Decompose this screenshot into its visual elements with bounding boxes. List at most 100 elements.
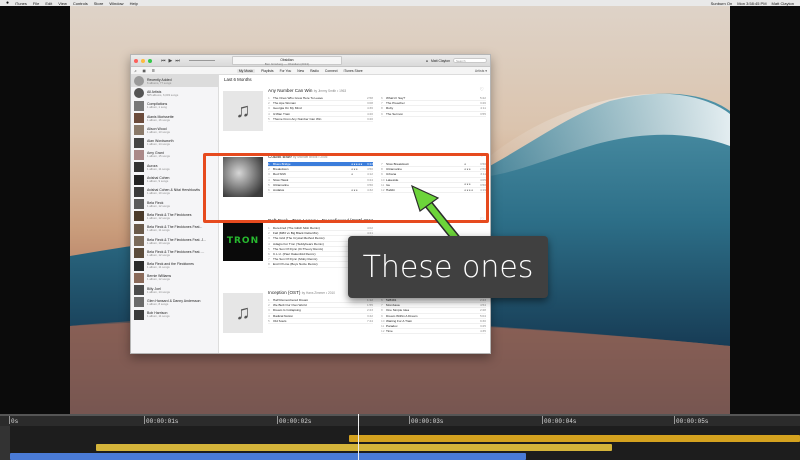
tab-my-music[interactable]: My Music <box>236 68 256 73</box>
track-row[interactable]: 5 Old Souls 7:44 <box>268 319 373 324</box>
now-playing-display[interactable]: Obsidian Ben Ginsberg — Obsidian (2013) <box>231 56 342 66</box>
sidebar-item[interactable]: Bela Fleck & The Flecktones Feat. J... 1 … <box>131 235 218 247</box>
track-name: Mombasa <box>386 303 400 308</box>
tab-playlists[interactable]: Playlists <box>261 69 273 73</box>
user-name[interactable]: Matt Clayton <box>431 59 450 63</box>
clock-icon <box>134 76 144 87</box>
sidebar-item-text: Avishai Cohen 1 album, 9 songs <box>147 176 170 183</box>
track-name: Time <box>386 329 393 334</box>
sidebar-item-count: 1 album, 11 songs <box>147 314 170 319</box>
clip-screen-recording[interactable] <box>10 453 526 460</box>
menu-view[interactable]: View <box>58 1 67 6</box>
sidebar-item[interactable]: Glen Hansard & Danny Andersson 1 album, 8… <box>131 296 218 308</box>
menu-store[interactable]: Store <box>94 1 104 6</box>
apple-menu-icon[interactable]: ● <box>6 0 9 6</box>
tick-1s: 00:00:01s <box>143 416 179 425</box>
track-name: Theme From Any Number Can Win <box>273 116 322 121</box>
album-artwork[interactable]: ♫ <box>223 91 263 131</box>
video-timeline[interactable]: 0s 00:00:01s 00:00:02s 00:00:03s 00:00:0… <box>0 414 800 460</box>
sidebar-item-text: All Artists 505 albums, 6,003 songs <box>147 90 178 97</box>
track-header <box>0 426 10 460</box>
album-artwork[interactable]: TRON <box>223 221 263 261</box>
menu-window[interactable]: Window <box>109 1 123 6</box>
tab-new[interactable]: New <box>297 69 304 73</box>
sidebar-item[interactable]: Alison Wood 1 album, 13 songs <box>131 124 218 136</box>
track-duration: 4:02 <box>366 226 373 231</box>
artist-thumbnail <box>134 125 144 136</box>
track-duration: 3:55 <box>479 111 486 116</box>
itunes-titlebar[interactable]: ⏮ ▶ ⏭ Obsidian Ben Ginsberg — Obsidian (… <box>131 55 490 67</box>
menu-edit[interactable]: Edit <box>45 1 52 6</box>
menu-itunes[interactable]: iTunes <box>15 1 27 6</box>
sidebar-item[interactable]: Recently Added 6 albums, 77 songs <box>131 75 218 88</box>
artist-thumbnail <box>134 149 144 160</box>
tab-connect[interactable]: Connect <box>325 69 338 73</box>
minimize-button[interactable] <box>141 58 145 63</box>
sidebar-item-count: 505 albums, 6,003 songs <box>147 92 179 97</box>
album-title[interactable]: Inception (OST) <box>268 290 300 295</box>
music-note-icon[interactable]: ♫ <box>134 69 137 73</box>
track-name: Paradox <box>386 324 398 329</box>
user-icon[interactable]: ● <box>426 59 428 63</box>
menu-help[interactable]: Help <box>130 1 138 6</box>
sort-dropdown[interactable]: Artists ▾ <box>475 69 487 73</box>
sidebar-item[interactable]: Compilations 1 album, 1 song <box>131 100 218 112</box>
artist-thumbnail <box>134 100 144 111</box>
play-icon[interactable]: ▶ <box>169 58 173 64</box>
list-view-icon[interactable]: ☰ <box>152 69 155 73</box>
sidebar-item-text: Alan Wordsworth 1 album, 14 songs <box>147 139 174 146</box>
track-name: The Son Of Flynn (Moby Remix) <box>273 257 318 262</box>
track-row[interactable]: 9 The Sermon 3:55 <box>381 112 486 117</box>
sidebar-item-count: 1 album, 12 songs <box>147 252 170 257</box>
heart-icon[interactable]: ♡ <box>480 87 484 93</box>
track-name: Derezzed (The Glitch Mob Remix) <box>273 226 320 231</box>
clip-highlight[interactable] <box>96 444 612 451</box>
sidebar-item[interactable]: Bob Harrison 1 album, 11 songs <box>131 309 218 321</box>
track-duration: 3:25 <box>479 324 486 329</box>
track-name: One Simple Idea <box>386 308 410 313</box>
zoom-button[interactable] <box>148 58 152 63</box>
previous-icon[interactable]: ⏮ <box>161 58 166 64</box>
track-list: 1 Half Remembered Dream 1:12 2 We Built Our … <box>268 298 486 335</box>
sidebar-item[interactable]: Bela Fleck & The Flecktones Feat... 1 alb… <box>131 223 218 235</box>
timeline-ruler[interactable]: 0s 00:00:01s 00:00:02s 00:00:03s 00:00:0… <box>0 414 800 426</box>
album-title[interactable]: Any Number Can Win <box>268 88 312 93</box>
menu-status-sunburn[interactable]: Sunburn On <box>711 1 733 6</box>
close-button[interactable] <box>134 58 138 63</box>
track-duration: 4:11 <box>480 106 486 111</box>
sidebar-item[interactable]: Bela Fleck & The Flecktones Feat. ... 1 a… <box>131 247 218 259</box>
sidebar-item-text: Bela Fleck & The Flecktones Feat... 1 alb… <box>147 225 202 232</box>
sidebar-item[interactable]: All Artists 505 albums, 6,003 songs <box>131 87 218 99</box>
tab-for-you[interactable]: For You <box>280 69 292 73</box>
menu-user[interactable]: Matt Clayton <box>772 1 794 6</box>
sidebar-item-count: 1 album, 10 songs <box>147 191 170 196</box>
search-input[interactable]: Search <box>453 58 487 63</box>
track-list: 1 The Ones Who Grew Here To Leave 2:58 2 The… <box>268 96 486 122</box>
track-row[interactable]: 5 Theme From Any Number Can Win 3:20 <box>268 117 373 122</box>
sidebar-item-text: Alanis Morissette 1 album, 16 songs <box>147 115 174 122</box>
album-artwork[interactable]: ♫ <box>223 293 263 333</box>
menu-clock[interactable]: Mon 3:58:45 PM <box>737 1 766 6</box>
clip-arrow[interactable] <box>349 435 800 442</box>
sidebar-item-text: Bob Harrison 1 album, 11 songs <box>147 311 170 318</box>
sidebar-item[interactable]: Billy Joel 1 album, 14 songs <box>131 284 218 296</box>
menu-file[interactable]: File <box>33 1 39 6</box>
playhead[interactable] <box>358 414 359 460</box>
account-area: ● Matt Clayton Search <box>426 58 487 63</box>
sidebar-item[interactable]: Bernie Williams 1 album, 12 songs <box>131 272 218 284</box>
tab-itunes-store[interactable]: iTunes Store <box>344 69 363 73</box>
itunes-navbar: ♫ ▦ ☰ My Music Playlists For You New Rad… <box>131 67 490 75</box>
sidebar-item[interactable]: Alan Wordsworth 1 album, 14 songs <box>131 136 218 148</box>
tab-radio[interactable]: Radio <box>310 69 319 73</box>
sidebar-item[interactable]: Alanis Morissette 1 album, 16 songs <box>131 112 218 124</box>
track-row[interactable]: 12 Time 4:35 <box>381 329 486 335</box>
sidebar-item-text: Recently Added 6 albums, 77 songs <box>147 78 172 85</box>
sidebar-item[interactable]: Bela Fleck and the Flecktones 1 album, 11… <box>131 259 218 271</box>
menu-controls[interactable]: Controls <box>73 1 88 6</box>
next-icon[interactable]: ⏭ <box>175 58 180 64</box>
sidebar-item-text: Billy Joel 1 album, 14 songs <box>147 287 170 294</box>
volume-slider[interactable] <box>188 60 215 61</box>
grid-view-icon[interactable]: ▦ <box>143 69 146 73</box>
sidebar-item-count: 1 album, 11 songs <box>147 166 170 171</box>
track-row-2 <box>10 444 800 451</box>
